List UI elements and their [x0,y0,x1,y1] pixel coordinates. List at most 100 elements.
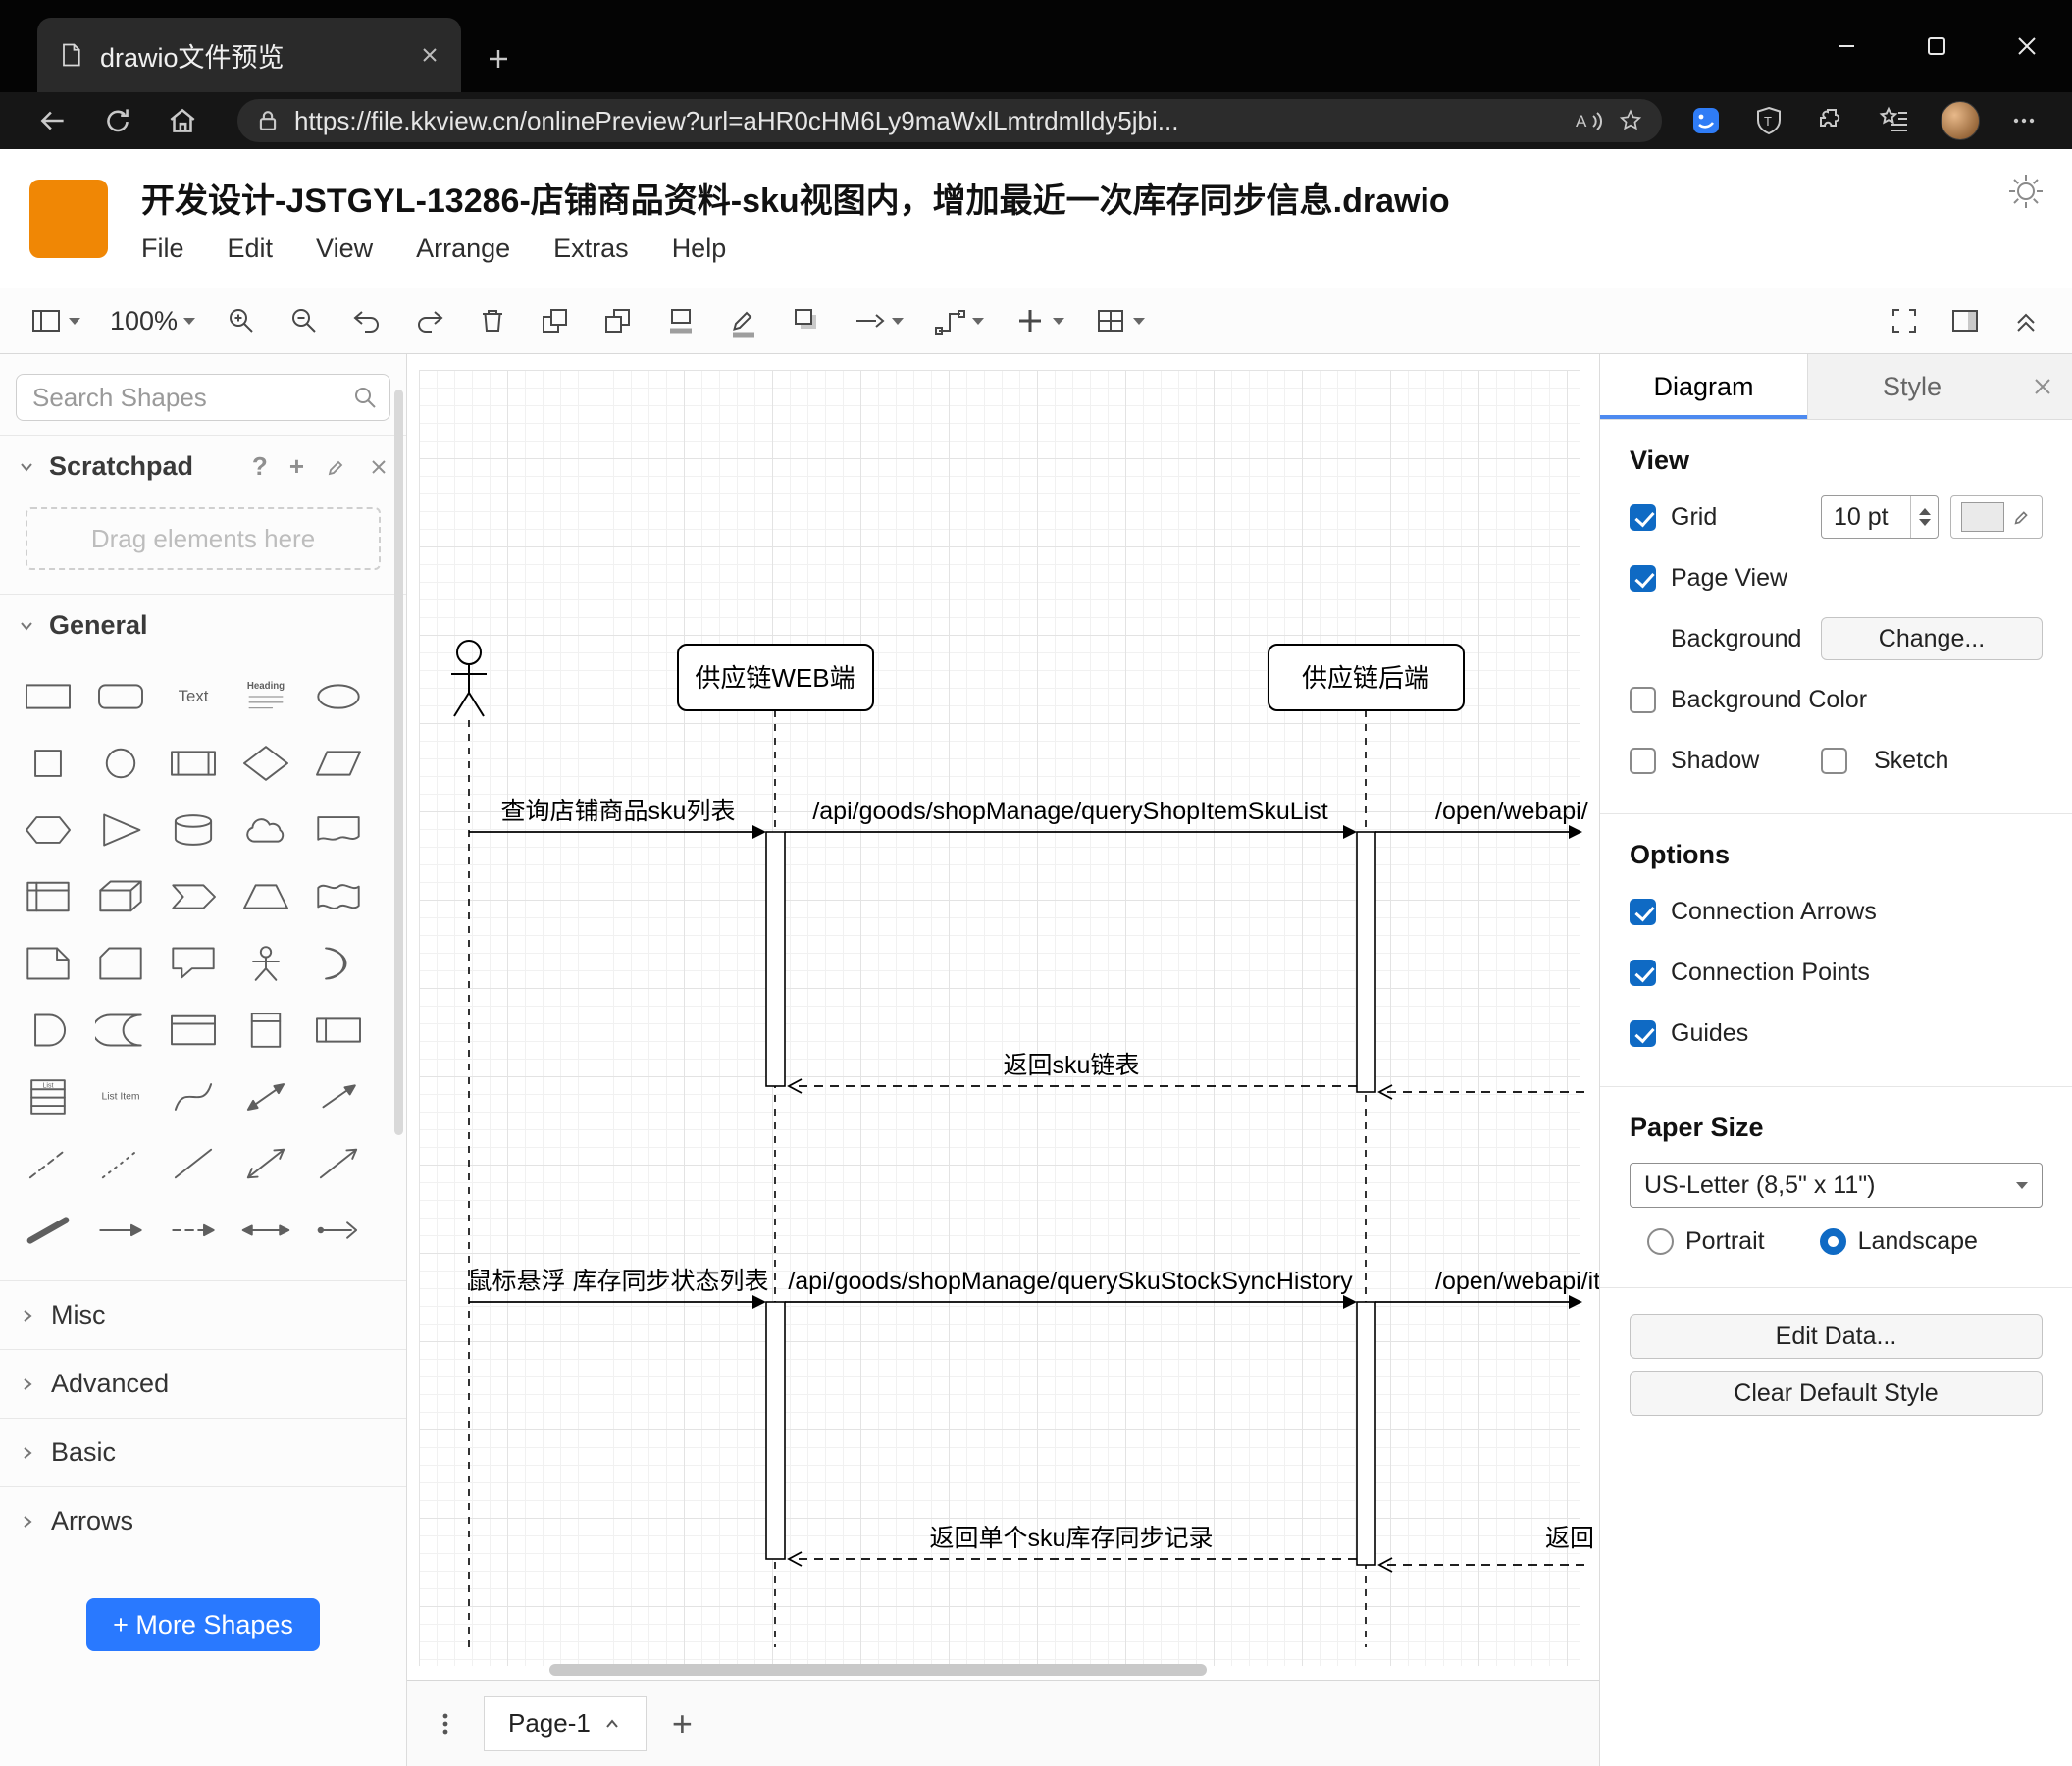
profile-avatar[interactable] [1941,101,1980,140]
shape-list[interactable]: List [12,1065,84,1129]
grid-size-input[interactable]: 10 pt [1821,495,1939,539]
shape-process[interactable] [157,731,230,796]
background-color-checkbox[interactable] [1630,686,1656,713]
connection-arrows-checkbox[interactable] [1630,898,1656,925]
table-button[interactable] [1094,304,1146,338]
menu-edit[interactable]: Edit [228,234,274,264]
menu-extras[interactable]: Extras [553,234,629,264]
shape-link[interactable] [12,1198,84,1263]
to-back-icon[interactable] [601,304,635,338]
shape-square[interactable] [12,731,84,796]
paper-size-select[interactable]: US-Letter (8,5" x 11") [1630,1163,2043,1208]
close-window-button[interactable] [1982,0,2072,92]
shape-and[interactable] [12,998,84,1063]
menu-file[interactable]: File [141,234,184,264]
menu-help[interactable]: Help [672,234,727,264]
background-change-button[interactable]: Change... [1821,617,2043,660]
extensions-puzzle-icon[interactable] [1815,104,1848,137]
browser-menu-icon[interactable] [2009,106,2039,135]
add-page-button[interactable]: + [672,1705,693,1741]
shape-step[interactable] [157,864,230,929]
format-panel-toggle-icon[interactable] [1948,304,1982,338]
shape-diamond[interactable] [230,731,302,796]
shape-data-storage[interactable] [84,998,157,1063]
shape-trapezoid[interactable] [230,864,302,929]
favorite-star-icon[interactable] [1617,107,1644,134]
grid-checkbox[interactable] [1630,503,1656,531]
extension-blue-icon[interactable] [1689,104,1723,137]
scratchpad-add-icon[interactable]: + [289,451,304,482]
shape-list-item[interactable]: List Item [84,1065,157,1129]
shield-extension-icon[interactable]: T [1752,104,1786,137]
edit-data-button[interactable]: Edit Data... [1630,1314,2043,1359]
collapse-toolbar-icon[interactable] [2009,304,2043,338]
shape-vertical-container[interactable] [230,998,302,1063]
connection-points-checkbox[interactable] [1630,959,1656,986]
shape-connector-arrow[interactable] [302,1198,375,1263]
guides-checkbox[interactable] [1630,1019,1656,1047]
zoom-out-icon[interactable] [287,304,321,338]
refresh-icon[interactable] [90,104,145,137]
horizontal-scrollbar[interactable] [549,1664,1207,1676]
menu-arrange[interactable]: Arrange [416,234,510,264]
shape-or[interactable] [302,931,375,996]
menu-view[interactable]: View [316,234,373,264]
browser-tab[interactable]: drawio文件预览 [37,18,461,92]
scratchpad-edit-icon[interactable] [326,456,347,478]
back-icon[interactable] [26,104,80,137]
shape-tape[interactable] [302,864,375,929]
scratchpad-header[interactable]: Scratchpad ? + [0,435,406,497]
shape-triangle[interactable] [84,798,157,862]
zoom-select[interactable]: 100% [110,306,196,337]
pages-menu-icon[interactable] [433,1711,458,1737]
portrait-radio[interactable] [1647,1228,1674,1255]
sketch-checkbox[interactable] [1821,747,1847,774]
line-color-icon[interactable] [727,304,760,338]
new-tab-button[interactable] [485,45,512,73]
landscape-radio[interactable] [1819,1228,1846,1255]
shape-curve[interactable] [157,1065,230,1129]
shape-cloud[interactable] [230,798,302,862]
shape-rectangle[interactable] [12,664,84,729]
tab-style[interactable]: Style [1808,354,2016,419]
shape-bidirectional-connector[interactable] [230,1131,302,1196]
page-view-checkbox[interactable] [1630,564,1656,592]
shape-dashed-line[interactable] [12,1131,84,1196]
search-input[interactable] [16,374,390,421]
shape-double-arrow[interactable] [230,1198,302,1263]
shape-rounded-rectangle[interactable] [84,664,157,729]
minimize-button[interactable] [1801,0,1891,92]
sidebar-section-arrows[interactable]: Arrows [0,1486,406,1555]
zoom-in-icon[interactable] [225,304,258,338]
scratchpad-help-icon[interactable]: ? [252,451,268,482]
sidebar-section-basic[interactable]: Basic [0,1418,406,1486]
shape-dashed-arrow[interactable] [157,1198,230,1263]
tab-diagram[interactable]: Diagram [1600,354,1808,419]
to-front-icon[interactable] [539,304,572,338]
fill-color-icon[interactable] [664,304,698,338]
shadow-icon[interactable] [790,304,823,338]
more-shapes-button[interactable]: + More Shapes [86,1598,320,1651]
shape-dotted-line[interactable] [84,1131,157,1196]
shape-callout[interactable] [157,931,230,996]
general-section-header[interactable]: General [0,594,406,656]
waypoints-button[interactable] [933,304,985,338]
diagram-canvas[interactable]: 供应链WEB端 供应链后端 查询店铺商品sku列表 /api/goods/sho… [407,354,1599,1680]
shape-parallelogram[interactable] [302,731,375,796]
undo-icon[interactable] [350,304,384,338]
shape-horizontal-container[interactable] [302,998,375,1063]
shape-ellipse[interactable] [302,664,375,729]
shape-note[interactable] [12,931,84,996]
shape-card[interactable] [84,931,157,996]
favorites-list-icon[interactable] [1878,104,1911,137]
shape-line[interactable] [157,1131,230,1196]
shape-arrow-right[interactable] [84,1198,157,1263]
connection-style-button[interactable] [853,304,905,338]
shape-cube[interactable] [84,864,157,929]
redo-icon[interactable] [413,304,446,338]
url-field[interactable]: https://file.kkview.cn/onlinePreview?url… [237,99,1662,142]
view-layout-button[interactable] [29,304,80,338]
shape-cylinder[interactable] [157,798,230,862]
sidebar-section-misc[interactable]: Misc [0,1280,406,1349]
page-tab[interactable]: Page-1 [484,1695,647,1751]
